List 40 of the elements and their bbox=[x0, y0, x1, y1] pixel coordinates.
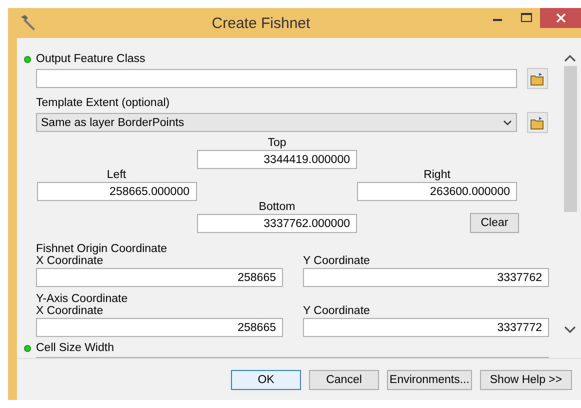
browse-button[interactable] bbox=[527, 112, 548, 133]
dialog-button[interactable]: Show Help >> bbox=[480, 370, 572, 390]
x-coordinate-field[interactable]: 258665 bbox=[36, 268, 283, 287]
dialog-button[interactable]: Cancel bbox=[309, 370, 379, 390]
scroll-down-icon[interactable] bbox=[564, 326, 576, 334]
right-field[interactable]: 263600.000000 bbox=[357, 182, 517, 201]
dialog-button[interactable]: OK bbox=[231, 370, 301, 390]
bottom-field[interactable]: 3337762.000000 bbox=[197, 214, 357, 233]
extent-label: Bottom bbox=[258, 201, 296, 214]
close-button[interactable] bbox=[540, 8, 581, 28]
scroll-up-icon[interactable] bbox=[564, 54, 576, 62]
window-title: Create Fishnet bbox=[210, 14, 312, 32]
browse-button[interactable] bbox=[527, 68, 548, 89]
folder-icon bbox=[530, 72, 545, 86]
output-feature-class-field[interactable] bbox=[36, 69, 517, 88]
template-extent-dropdown[interactable]: Same as layer BorderPoints bbox=[36, 113, 517, 132]
chevron-down-icon bbox=[503, 120, 512, 126]
section-label: Fishnet Origin Coordinate bbox=[36, 243, 168, 255]
scrollbar-thumb[interactable] bbox=[564, 66, 576, 212]
maximize-icon bbox=[520, 13, 532, 23]
parameter-label: Cell Size Width bbox=[36, 342, 114, 354]
clear-button[interactable]: Clear bbox=[470, 213, 519, 233]
extent-label: Left bbox=[106, 169, 126, 182]
left-field[interactable]: 258665.000000 bbox=[36, 182, 196, 201]
dialog-button[interactable]: Environments... bbox=[387, 370, 472, 390]
y-coordinate-field[interactable]: 3337762 bbox=[303, 268, 549, 287]
coordinate-label: X Coordinate bbox=[36, 255, 104, 267]
close-icon bbox=[556, 13, 566, 23]
extent-label: Top bbox=[268, 137, 286, 150]
coordinate-label: Y Coordinate bbox=[303, 255, 371, 267]
section-label: Y-Axis Coordinate bbox=[36, 293, 128, 305]
extent-label: Right bbox=[424, 169, 450, 182]
coordinate-label: Y Coordinate bbox=[303, 305, 371, 317]
parameter-label: Output Feature Class bbox=[36, 53, 146, 65]
parameter-label: Template Extent (optional) bbox=[36, 97, 170, 109]
coordinate-label: X Coordinate bbox=[36, 305, 104, 317]
y-coordinate-field[interactable]: 3337772 bbox=[303, 318, 549, 337]
top-field[interactable]: 3344419.000000 bbox=[197, 150, 357, 169]
x-coordinate-field[interactable]: 258665 bbox=[36, 318, 283, 337]
folder-icon bbox=[530, 116, 545, 130]
